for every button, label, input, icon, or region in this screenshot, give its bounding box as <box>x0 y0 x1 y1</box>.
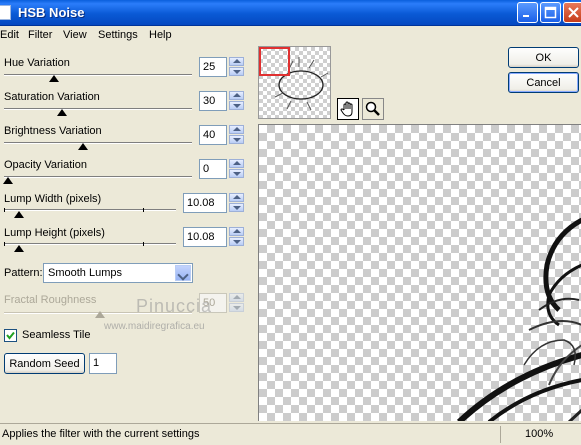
pattern-select[interactable]: Smooth Lumps <box>43 263 193 283</box>
lump-height-slider-track[interactable] <box>4 243 176 245</box>
hue-variation-input[interactable]: 25 <box>199 57 227 77</box>
saturation-variation-label: Saturation Variation <box>4 91 100 103</box>
navigator-thumbnail[interactable] <box>258 46 331 119</box>
hue-variation-label: Hue Variation <box>4 57 70 69</box>
hand-icon <box>340 101 353 117</box>
opacity-variation-label: Opacity Variation <box>4 159 87 171</box>
lump-height-spinner[interactable] <box>229 227 244 246</box>
menu-edit[interactable]: Edit <box>0 29 19 41</box>
fractal-roughness-label: Fractal Roughness <box>4 294 97 306</box>
title-bar[interactable]: HSB Noise <box>0 0 581 26</box>
seamless-tile-checkbox[interactable] <box>4 329 17 342</box>
window-title: HSB Noise <box>18 5 85 20</box>
brightness-slider-track[interactable] <box>4 142 192 144</box>
brightness-variation-input[interactable]: 40 <box>199 125 227 145</box>
lump-width-spinner[interactable] <box>229 193 244 212</box>
brightness-slider-thumb[interactable] <box>78 143 88 150</box>
magnifier-icon <box>365 101 380 116</box>
menu-help[interactable]: Help <box>149 29 172 41</box>
hue-spinner[interactable] <box>229 57 244 76</box>
lump-width-slider-track[interactable] <box>4 209 176 211</box>
saturation-slider-thumb[interactable] <box>57 109 67 116</box>
watermark-url: www.maidiregrafica.eu <box>104 321 205 332</box>
menu-settings[interactable]: Settings <box>98 29 138 41</box>
close-button[interactable] <box>563 2 581 23</box>
hue-slider-thumb[interactable] <box>49 75 59 82</box>
lump-height-label: Lump Height (pixels) <box>4 227 105 239</box>
status-bar: Applies the filter with the current sett… <box>0 423 581 445</box>
hue-slider-track[interactable] <box>4 74 192 76</box>
pattern-label: Pattern: <box>4 267 43 279</box>
seamless-tile-label: Seamless Tile <box>22 329 91 341</box>
preview-canvas[interactable] <box>258 124 581 421</box>
maximize-icon <box>544 6 557 19</box>
lump-width-slider-thumb[interactable] <box>14 211 24 218</box>
pattern-value: Smooth Lumps <box>48 267 122 279</box>
zoom-tool-button[interactable] <box>362 98 384 120</box>
maximize-button[interactable] <box>540 2 561 23</box>
chevron-down-icon[interactable] <box>175 265 191 281</box>
lump-width-input[interactable]: 10.08 <box>183 193 227 213</box>
cancel-button[interactable]: Cancel <box>508 72 579 93</box>
fractal-spinner <box>229 293 244 312</box>
viewport-selection[interactable] <box>259 47 290 76</box>
menu-bar: Edit Filter View Settings Help <box>0 26 581 45</box>
saturation-slider-track[interactable] <box>4 108 192 110</box>
minimize-button[interactable] <box>517 2 538 23</box>
ok-button[interactable]: OK <box>508 47 579 68</box>
lump-height-input[interactable]: 10.08 <box>183 227 227 247</box>
random-seed-button[interactable]: Random Seed <box>4 353 85 374</box>
status-text: Applies the filter with the current sett… <box>2 428 200 440</box>
brightness-variation-label: Brightness Variation <box>4 125 102 137</box>
opacity-spinner[interactable] <box>229 159 244 178</box>
close-icon <box>568 7 579 18</box>
lump-width-label: Lump Width (pixels) <box>4 193 102 205</box>
opacity-slider-thumb[interactable] <box>3 177 13 184</box>
pan-tool-button[interactable] <box>337 98 359 120</box>
random-seed-input[interactable]: 1 <box>89 353 117 374</box>
fractal-slider-thumb <box>95 311 105 318</box>
opacity-slider-track[interactable] <box>4 176 192 178</box>
lump-height-slider-thumb[interactable] <box>14 245 24 252</box>
brightness-spinner[interactable] <box>229 125 244 144</box>
menu-view[interactable]: View <box>63 29 87 41</box>
opacity-variation-input[interactable]: 0 <box>199 159 227 179</box>
watermark-text: Pinuccia <box>136 296 213 316</box>
checkmark-icon <box>6 331 15 340</box>
zoom-level: 100% <box>500 426 581 443</box>
saturation-variation-input[interactable]: 30 <box>199 91 227 111</box>
saturation-spinner[interactable] <box>229 91 244 110</box>
app-icon <box>0 5 11 20</box>
minimize-icon <box>523 15 529 17</box>
preview-artwork <box>456 217 581 421</box>
menu-filter[interactable]: Filter <box>28 29 52 41</box>
